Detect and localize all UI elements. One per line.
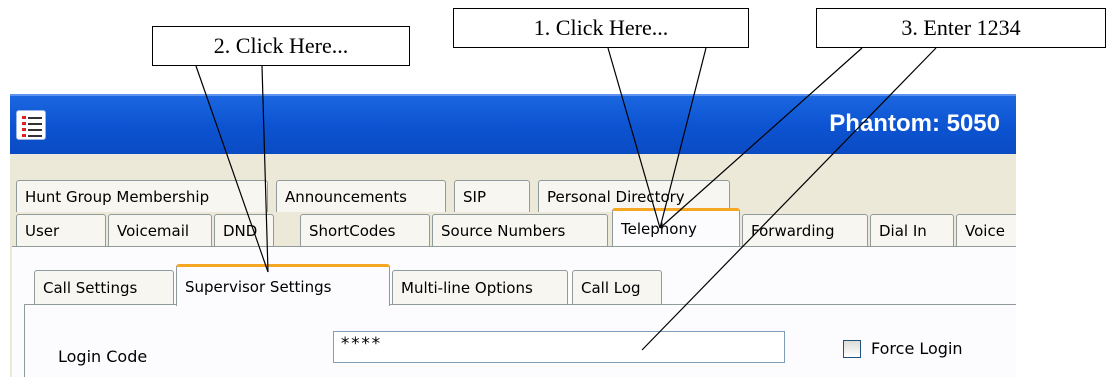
user-settings-window: Phantom: 5050 Hunt Group Membership Anno… <box>10 94 1016 377</box>
window-title: Phantom: 5050 <box>829 110 1000 137</box>
tab-label: User <box>25 221 60 240</box>
tab-dial-in[interactable]: Dial In <box>870 214 954 246</box>
callout-step-3: 3. Enter 1234 <box>816 8 1106 48</box>
tab-label: Telephony <box>621 219 697 238</box>
callout-step-3-text: 3. Enter 1234 <box>901 15 1021 40</box>
tab-label: Personal Directory <box>547 187 685 206</box>
tab-label: Voice <box>965 221 1005 240</box>
tab-label: SIP <box>463 187 486 206</box>
list-icon[interactable] <box>16 110 46 140</box>
subtab-call-log[interactable]: Call Log <box>572 270 662 304</box>
force-login-checkbox[interactable] <box>843 340 861 358</box>
callout-step-2: 2. Click Here... <box>152 26 410 66</box>
tab-source-numbers[interactable]: Source Numbers <box>432 214 608 246</box>
login-code-label: Login Code <box>58 347 148 366</box>
subtab-call-settings[interactable]: Call Settings <box>34 270 174 304</box>
tab-voice[interactable]: Voice <box>956 214 1016 246</box>
tab-announcements[interactable]: Announcements <box>276 180 446 212</box>
tab-telephony[interactable]: Telephony <box>612 208 740 246</box>
callout-step-2-text: 2. Click Here... <box>213 33 349 58</box>
tab-label: ShortCodes <box>309 221 396 240</box>
callout-step-1: 1. Click Here... <box>453 8 749 48</box>
tab-label: Hunt Group Membership <box>25 187 210 206</box>
tab-shortcodes[interactable]: ShortCodes <box>300 214 430 246</box>
tab-label: Call Settings <box>43 278 138 297</box>
tab-label: Announcements <box>285 187 407 206</box>
tab-user[interactable]: User <box>16 214 106 246</box>
tab-forwarding[interactable]: Forwarding <box>742 214 868 246</box>
force-login-label: Force Login <box>871 339 963 358</box>
tab-label: Voicemail <box>117 221 190 240</box>
tab-label: Multi-line Options <box>401 278 533 297</box>
subtab-supervisor-settings[interactable]: Supervisor Settings <box>176 264 390 306</box>
tab-sip[interactable]: SIP <box>454 180 530 212</box>
tab-label: Call Log <box>581 278 641 297</box>
title-bar: Phantom: 5050 <box>10 94 1016 154</box>
tab-label: Forwarding <box>751 221 835 240</box>
tab-label: Supervisor Settings <box>185 277 332 296</box>
subtab-multi-line-options[interactable]: Multi-line Options <box>392 270 568 304</box>
login-code-input[interactable]: **** <box>333 331 785 363</box>
tab-hunt-group-membership[interactable]: Hunt Group Membership <box>16 180 268 212</box>
callout-step-1-text: 1. Click Here... <box>533 15 669 40</box>
tab-dnd[interactable]: DND <box>214 214 274 246</box>
tab-label: Source Numbers <box>441 221 566 240</box>
tab-label: DND <box>223 221 258 240</box>
tab-label: Dial In <box>879 221 927 240</box>
tab-voicemail[interactable]: Voicemail <box>108 214 212 246</box>
